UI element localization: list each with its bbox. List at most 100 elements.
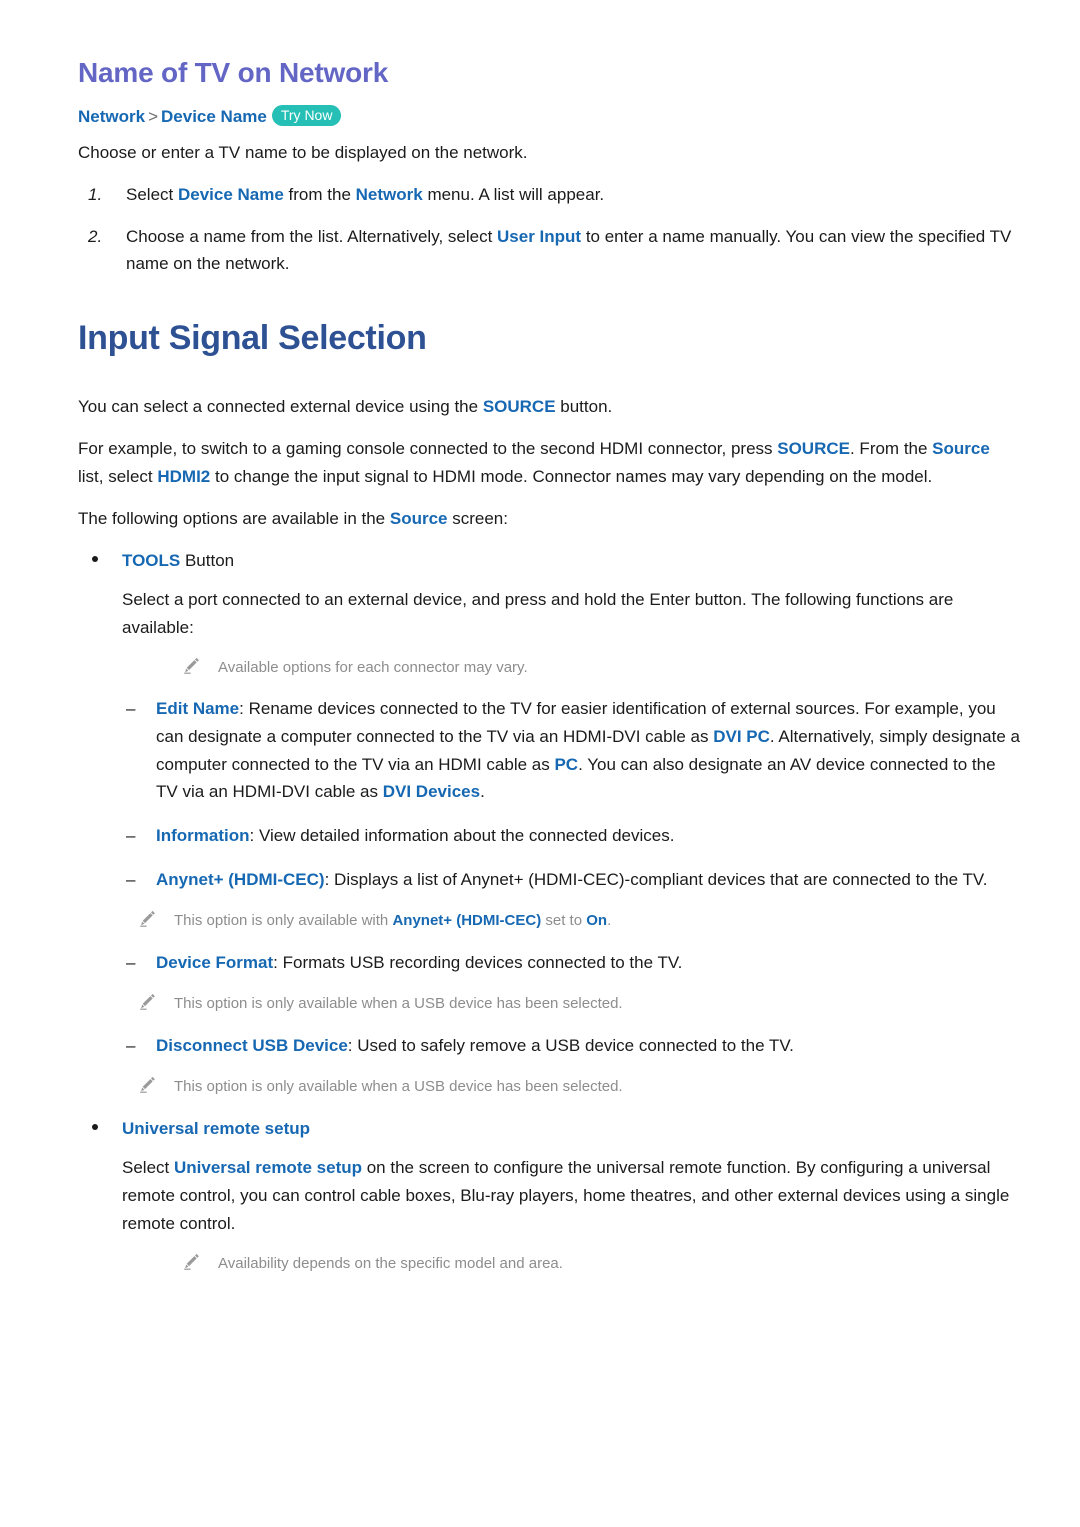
- note-run: This option is only available when a USB…: [174, 1078, 623, 1096]
- breadcrumb-item-device-name[interactable]: Device Name: [161, 107, 267, 126]
- step-run: from the: [283, 185, 356, 205]
- section-title-name-of-tv-on-network: Name of TV on Network: [78, 57, 389, 88]
- note-run: Available options for each connector may…: [218, 659, 528, 676]
- dash-marker-icon: –: [126, 1035, 136, 1055]
- try-now-badge[interactable]: Try Now: [271, 104, 342, 127]
- bullet-body-run: Select: [122, 1157, 174, 1177]
- bullet-body-paragraph: Select Universal remote setup on the scr…: [122, 1154, 1020, 1238]
- paragraph-run: list, select: [78, 466, 158, 486]
- keyword-term[interactable]: SOURCE: [777, 439, 850, 458]
- keyword-term[interactable]: Information: [156, 826, 250, 845]
- pencil-icon: [184, 657, 199, 674]
- dash-marker-icon: –: [126, 869, 136, 889]
- dash-marker-icon: –: [126, 826, 136, 846]
- section2-bullet-list: TOOLS Button Select a port connected to a…: [78, 547, 1020, 1275]
- pencil-icon: [140, 911, 155, 928]
- paragraph-run: . From the: [849, 438, 933, 458]
- dash-run: : Displays a list of Anynet+ (HDMI-CEC)-…: [324, 869, 988, 889]
- keyword-term[interactable]: User Input: [497, 227, 581, 246]
- keyword-term[interactable]: HDMI2: [157, 467, 210, 486]
- body-paragraph: The following options are available in t…: [78, 505, 1020, 533]
- keyword-term[interactable]: On: [586, 912, 607, 929]
- step-run: Select: [126, 185, 178, 205]
- note-run: This option is only available with: [174, 912, 393, 930]
- note-row: Availability depends on the specific mod…: [166, 1252, 1020, 1275]
- dash-text: Information: View detailed information a…: [156, 826, 674, 845]
- note-text: This option is only available when a USB…: [174, 1078, 623, 1095]
- step-number: 2.: [88, 226, 103, 246]
- step-text: Select Device Name from the Network menu…: [126, 185, 604, 204]
- bullet-dot-icon: [92, 555, 98, 562]
- dash-item: – Disconnect USB Device: Used to safely r…: [122, 1032, 1020, 1060]
- dash-run: : Formats USB recording devices connecte…: [273, 952, 683, 972]
- pencil-icon: [140, 994, 155, 1011]
- section1-step-list: 1. Select Device Name from the Network me…: [78, 181, 1020, 278]
- keyword-term[interactable]: Network: [356, 185, 423, 204]
- keyword-term[interactable]: Universal remote setup: [174, 1158, 362, 1177]
- bullet-body-paragraph: Select a port connected to an external d…: [122, 586, 1020, 642]
- keyword-term[interactable]: Source: [932, 439, 990, 458]
- keyword-term[interactable]: SOURCE: [483, 397, 556, 416]
- body-paragraph: For example, to switch to a gaming conso…: [78, 435, 1020, 491]
- step-run: Choose a name from the list. Alternative…: [126, 226, 498, 246]
- paragraph-run: to change the input signal to HDMI mode.…: [210, 466, 933, 486]
- dash-run: .: [480, 782, 485, 802]
- dash-text: Device Format: Formats USB recording dev…: [156, 953, 682, 972]
- step-text: Choose a name from the list. Alternative…: [126, 227, 1011, 274]
- dash-item: – Device Format: Formats USB recording de…: [122, 949, 1020, 977]
- note-row: Available options for each connector may…: [166, 656, 1020, 679]
- dash-text: Disconnect USB Device: Used to safely re…: [156, 1036, 794, 1055]
- note-run: This option is only available when a USB…: [174, 995, 623, 1013]
- dash-item: – Information: View detailed information …: [122, 822, 1020, 850]
- note-text: This option is only available with Anyne…: [174, 912, 611, 929]
- bullet-heading[interactable]: TOOLS Button: [122, 547, 1020, 574]
- breadcrumb-separator-icon: >: [148, 106, 159, 126]
- keyword-term[interactable]: Anynet+ (HDMI-CEC): [392, 912, 541, 929]
- keyword-term[interactable]: Device Format: [156, 953, 273, 972]
- step-item: 2. Choose a name from the list. Alternati…: [78, 223, 1020, 278]
- breadcrumb-item-network[interactable]: Network: [78, 107, 145, 126]
- document-page: Name of TV on Network Network > Device Nam…: [0, 0, 1080, 1527]
- dash-note-wrapper: This option is only available with Anyne…: [122, 909, 1020, 932]
- dash-text: Edit Name: Rename devices connected to t…: [156, 699, 1020, 801]
- keyword-term[interactable]: TOOLS: [122, 551, 180, 570]
- note-text: Available options for each connector may…: [218, 659, 528, 676]
- bullet-body-run: Select a port connected to an external d…: [122, 589, 954, 637]
- keyword-term[interactable]: Disconnect USB Device: [156, 1036, 348, 1055]
- keyword-term[interactable]: Edit Name: [156, 699, 239, 718]
- dash-run: : View detailed information about the co…: [249, 826, 675, 846]
- paragraph-run: The following options are available in t…: [78, 508, 390, 528]
- note-row: This option is only available when a USB…: [122, 1075, 1020, 1098]
- keyword-term[interactable]: Device Name: [178, 185, 284, 204]
- dash-marker-icon: –: [126, 952, 136, 972]
- keyword-term[interactable]: Universal remote setup: [122, 1119, 310, 1138]
- pencil-icon: [184, 1253, 199, 1270]
- dash-item: – Anynet+ (HDMI-CEC): Displays a list of …: [122, 866, 1020, 894]
- keyword-term[interactable]: DVI PC: [713, 727, 770, 746]
- pencil-icon: [140, 1077, 155, 1094]
- dash-sublist: – Edit Name: Rename devices connected to …: [122, 695, 1020, 1098]
- paragraph-run: screen:: [447, 508, 508, 528]
- keyword-term[interactable]: DVI Devices: [383, 782, 480, 801]
- note-row: This option is only available when a USB…: [122, 992, 1020, 1015]
- keyword-term[interactable]: PC: [554, 755, 578, 774]
- dash-run: : Used to safely remove a USB device con…: [347, 1035, 794, 1055]
- dash-marker-icon: –: [126, 699, 136, 719]
- dash-text: Anynet+ (HDMI-CEC): Displays a list of A…: [156, 870, 987, 889]
- step-run: menu. A list will appear.: [422, 185, 605, 205]
- note-text: This option is only available when a USB…: [174, 995, 623, 1012]
- note-run: set to: [541, 912, 587, 930]
- bullet-head-run: Button: [180, 550, 235, 570]
- breadcrumb: Network > Device Name Try Now: [78, 104, 1020, 130]
- keyword-term[interactable]: Anynet+ (HDMI-CEC): [156, 870, 325, 889]
- note-row: This option is only available with Anyne…: [122, 909, 1020, 932]
- keyword-term[interactable]: Source: [390, 509, 448, 528]
- step-item: 1. Select Device Name from the Network me…: [78, 181, 1020, 209]
- dash-note-wrapper: This option is only available when a USB…: [122, 1075, 1020, 1098]
- note-run: Availability depends on the specific mod…: [218, 1254, 563, 1272]
- section2-paragraphs: You can select a connected external devi…: [78, 393, 1020, 533]
- bullet-item: TOOLS Button Select a port connected to a…: [78, 547, 1020, 1099]
- bullet-heading[interactable]: Universal remote setup: [122, 1115, 1020, 1142]
- section1-intro-paragraph: Choose or enter a TV name to be displaye…: [78, 143, 528, 163]
- dash-note-wrapper: This option is only available when a USB…: [122, 992, 1020, 1015]
